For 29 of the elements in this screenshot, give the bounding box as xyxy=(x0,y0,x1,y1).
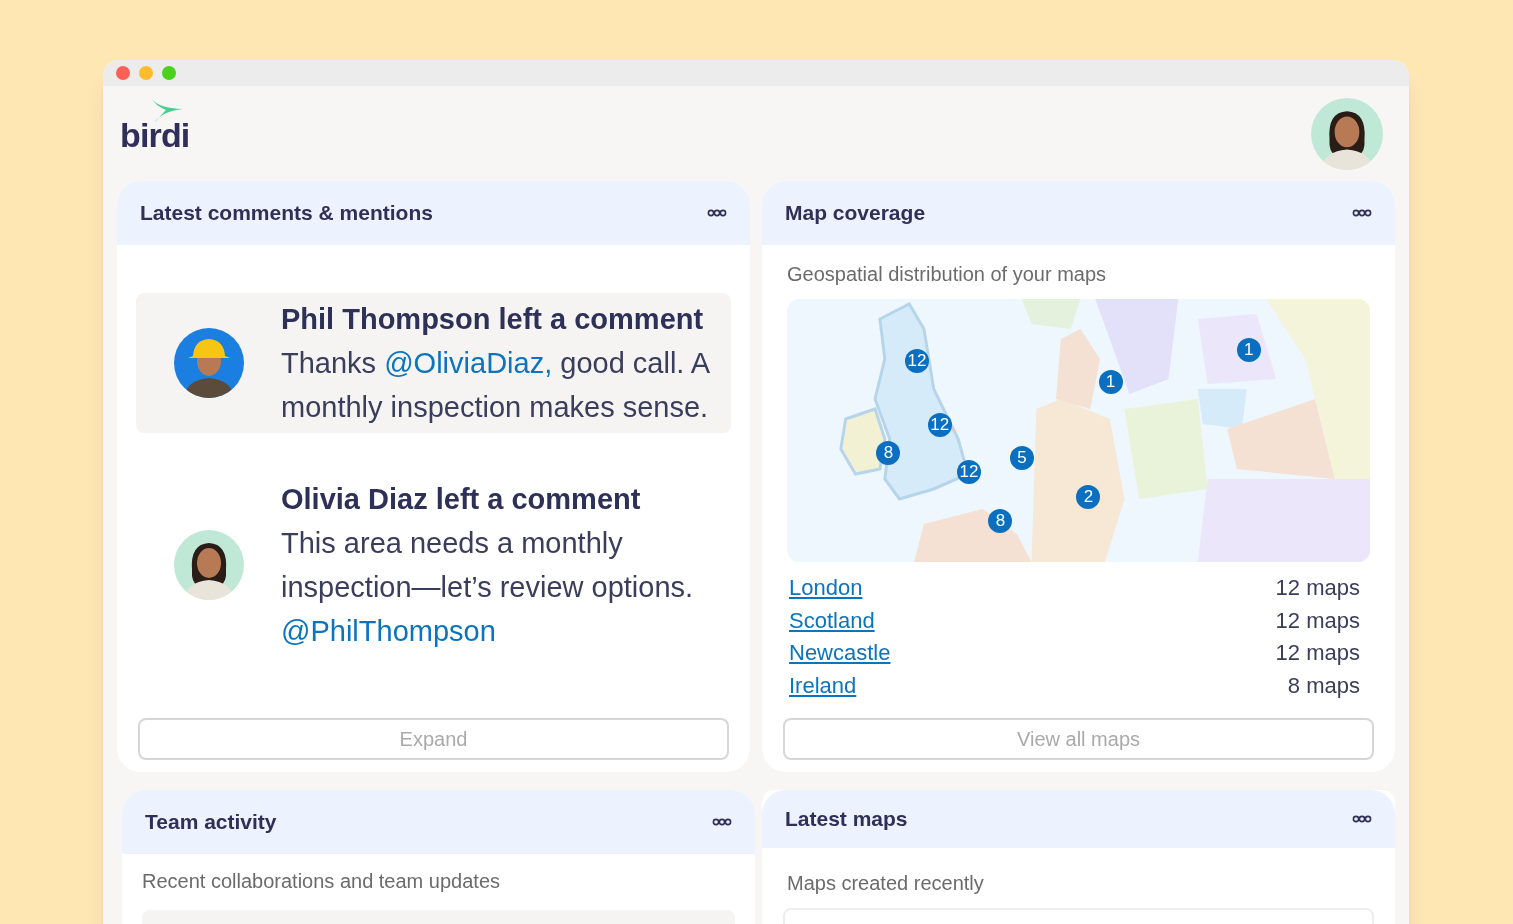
mention-link[interactable]: @OliviaDiaz, xyxy=(384,347,553,379)
location-link[interactable]: London xyxy=(789,572,863,605)
map-count: 8 maps xyxy=(1287,671,1360,700)
card-subtitle: Geospatial distribution of your maps xyxy=(787,262,1108,287)
card-title: Team activity xyxy=(145,809,277,836)
logo[interactable]: birdi xyxy=(120,98,190,148)
more-icon[interactable] xyxy=(707,209,727,217)
mention-link[interactable]: @PhilThompson xyxy=(281,615,496,647)
comment-text: This area needs a monthly inspection—let’s review options. @PhilThompson xyxy=(281,526,695,649)
comment-item[interactable]: Phil Thompson left a comment Thanks @OliviaDiaz, good call. A monthly inspection makes sense. xyxy=(136,293,731,433)
more-icon[interactable] xyxy=(712,818,732,826)
comment-heading: Olivia Diaz left a comment xyxy=(281,482,642,517)
card-title: Map coverage xyxy=(785,200,926,227)
card-subtitle: Maps created recently xyxy=(787,871,985,896)
card-title: Latest comments & mentions xyxy=(140,200,433,227)
card-subtitle: Recent collaborations and team updates xyxy=(142,869,501,894)
map-count: 12 maps xyxy=(1275,606,1360,635)
map-count: 12 maps xyxy=(1275,574,1360,602)
more-icon[interactable] xyxy=(1352,209,1372,217)
map[interactable]: 12 12 8 12 5 2 8 1 1 xyxy=(787,299,1370,562)
comment-heading: Phil Thompson left a comment xyxy=(281,302,705,337)
location-link[interactable]: Ireland xyxy=(789,669,857,702)
location-link[interactable]: Scotland xyxy=(789,604,875,637)
window-control[interactable] xyxy=(116,66,130,80)
location-link[interactable]: Newcastle xyxy=(789,637,891,670)
more-icon[interactable] xyxy=(1352,815,1372,823)
comment-text: Thanks @OliviaDiaz, good call. A monthly inspection makes sense. xyxy=(281,346,711,425)
map-count: 12 maps xyxy=(1275,639,1360,667)
card-title: Latest maps xyxy=(785,806,908,833)
